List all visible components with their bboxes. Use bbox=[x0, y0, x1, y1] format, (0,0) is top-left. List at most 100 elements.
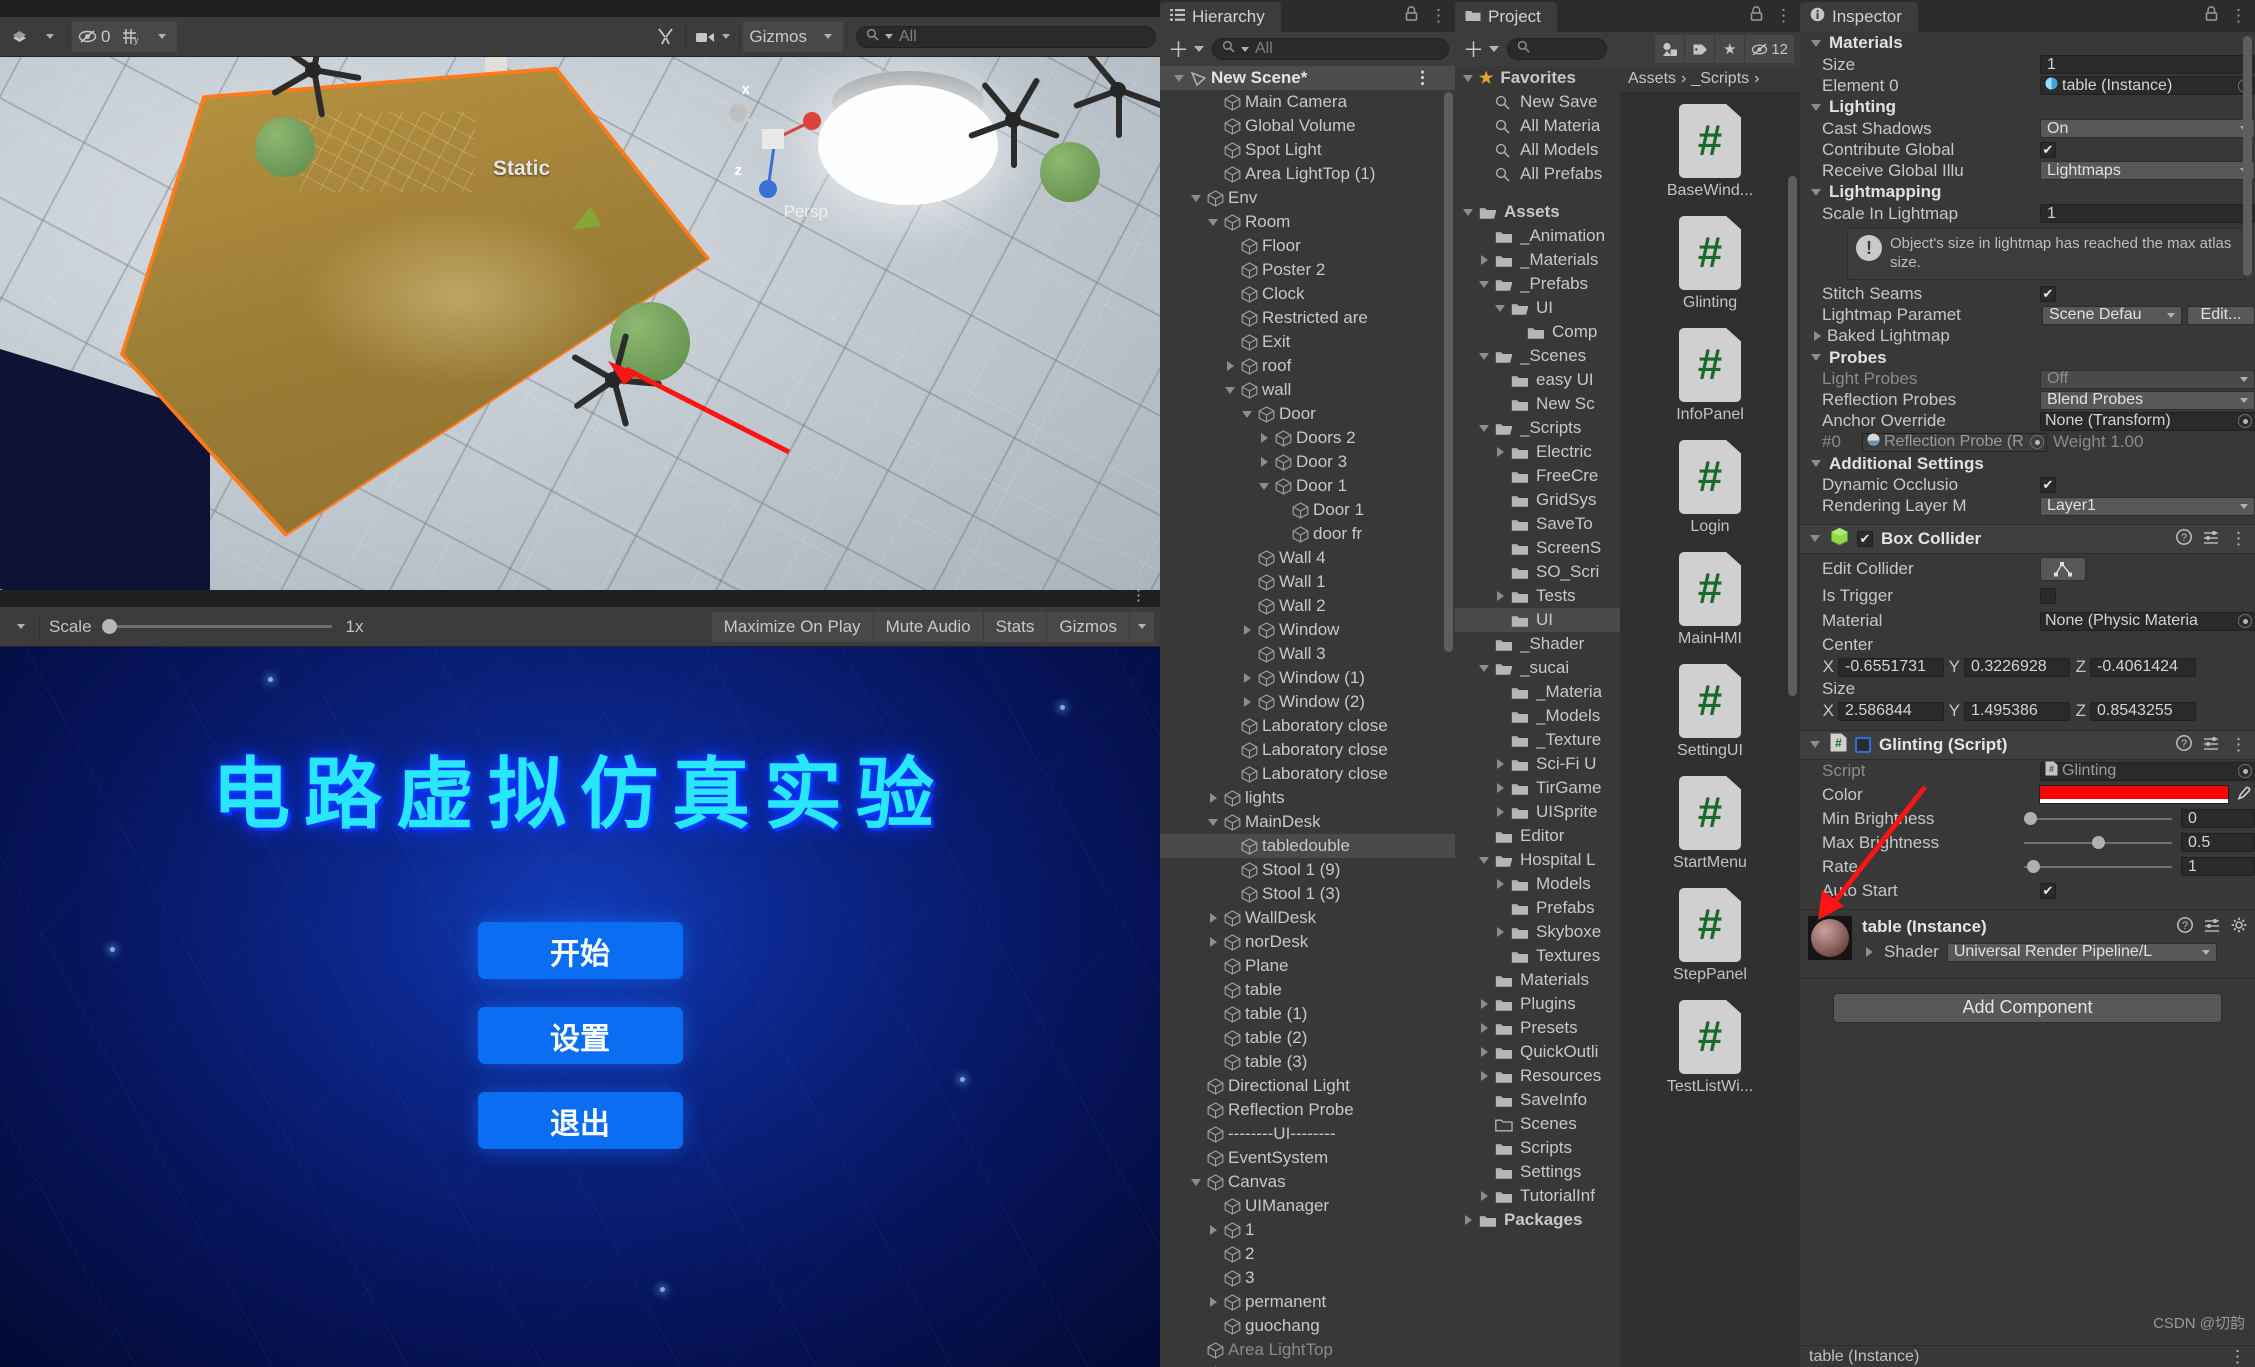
hierarchy-item-door-1[interactable]: Door 1 bbox=[1160, 474, 1455, 498]
hierarchy-item-walldesk[interactable]: WallDesk bbox=[1160, 906, 1455, 930]
hierarchy-item-window-2[interactable]: Window (2) bbox=[1160, 690, 1455, 714]
project-tree-item-settings[interactable]: Settings bbox=[1455, 1160, 1620, 1184]
breadcrumb-segment-assets[interactable]: Assets bbox=[1628, 70, 1676, 88]
project-tree-item-assets[interactable]: Assets bbox=[1455, 200, 1620, 224]
hierarchy-item-floor[interactable]: Floor bbox=[1160, 234, 1455, 258]
asset-grid[interactable]: # BaseWind... # Glinting # InfoPanel # Login # Ma… bbox=[1620, 92, 1800, 1367]
hierarchy-add-button[interactable]: ＋ bbox=[1166, 34, 1206, 64]
script-picker-icon[interactable] bbox=[2238, 764, 2252, 778]
hierarchy-item-reflection-probe[interactable]: Reflection Probe bbox=[1160, 1098, 1455, 1122]
hierarchy-item-1[interactable]: 1 bbox=[1160, 1218, 1455, 1242]
script-object-field[interactable]: # Glinting bbox=[2040, 761, 2255, 781]
hierarchy-item-uimanager[interactable]: UIManager bbox=[1160, 1194, 1455, 1218]
lock-icon[interactable] bbox=[1750, 6, 1763, 26]
size-z-input[interactable]: 0.8543255 bbox=[2090, 701, 2196, 721]
hierarchy-item-ui[interactable]: --------UI-------- bbox=[1160, 1122, 1455, 1146]
section-materials[interactable]: Materials bbox=[1800, 32, 2255, 54]
lock-icon[interactable] bbox=[2205, 6, 2218, 26]
scene-search-input[interactable]: All bbox=[856, 25, 1156, 48]
section-probes[interactable]: Probes bbox=[1800, 347, 2255, 369]
project-tree-item-all-prefabs[interactable]: All Prefabs bbox=[1455, 162, 1620, 186]
contribute-global-checkbox[interactable]: ✔ bbox=[2040, 141, 2056, 158]
auto-start-checkbox[interactable]: ✔ bbox=[2040, 882, 2056, 899]
hierarchy-item-poster-2[interactable]: Poster 2 bbox=[1160, 258, 1455, 282]
hierarchy-item-laboratory-close[interactable]: Laboratory close bbox=[1160, 762, 1455, 786]
project-tree-item-scenes[interactable]: Scenes bbox=[1455, 1112, 1620, 1136]
component-header-box-collider[interactable]: ✔ Box Collider ? ⋮ bbox=[1800, 523, 2255, 554]
asset-item-startmenu[interactable]: # StartMenu bbox=[1620, 776, 1800, 872]
game-gizmos-button[interactable]: Gizmos bbox=[1046, 611, 1129, 642]
tab-project[interactable]: Project bbox=[1455, 2, 1557, 32]
hierarchy-item-directional-light[interactable]: Directional Light bbox=[1160, 1074, 1455, 1098]
hierarchy-item-permanent[interactable]: permanent bbox=[1160, 1290, 1455, 1314]
help-icon[interactable]: ? bbox=[2176, 528, 2192, 549]
shader-dropdown[interactable]: Universal Render Pipeline/L bbox=[1946, 942, 2217, 962]
pivot-toggle-button[interactable] bbox=[4, 22, 35, 52]
hierarchy-item-wall-4[interactable]: Wall 4 bbox=[1160, 546, 1455, 570]
edit-collider-button[interactable] bbox=[2040, 556, 2086, 581]
scene-orientation-gizmo[interactable] bbox=[720, 77, 830, 217]
lock-icon[interactable] bbox=[1405, 6, 1418, 26]
asset-item-basewind[interactable]: # BaseWind... bbox=[1620, 104, 1800, 200]
hierarchy-item-window-1[interactable]: Window (1) bbox=[1160, 666, 1455, 690]
receive-global-dropdown[interactable]: Lightmaps bbox=[2040, 161, 2255, 180]
asset-item-glinting[interactable]: # Glinting bbox=[1620, 216, 1800, 312]
tab-inspector[interactable]: Inspector bbox=[1800, 2, 1918, 32]
color-swatch[interactable] bbox=[2039, 785, 2229, 804]
project-tree-item-textures[interactable]: Textures bbox=[1455, 944, 1620, 968]
project-tree-item-gridsys[interactable]: GridSys bbox=[1455, 488, 1620, 512]
hierarchy-item-spot-light[interactable]: Spot Light bbox=[1160, 138, 1455, 162]
asset-item-steppanel[interactable]: # StepPanel bbox=[1620, 888, 1800, 984]
collider-material-picker-icon[interactable] bbox=[2238, 614, 2252, 628]
tab-hierarchy[interactable]: Hierarchy bbox=[1160, 2, 1281, 32]
stitch-seams-checkbox[interactable]: ✔ bbox=[2040, 286, 2056, 302]
project-add-button[interactable]: ＋ bbox=[1461, 34, 1501, 64]
project-tree-item-scripts[interactable]: Scripts bbox=[1455, 1136, 1620, 1160]
cast-shadows-dropdown[interactable]: On bbox=[2040, 119, 2255, 138]
scene-visibility-toggle[interactable]: 0 bbox=[72, 21, 117, 52]
collider-material-object-field[interactable]: None (Physic Materia bbox=[2040, 611, 2255, 631]
project-tree-item-all-materia[interactable]: All Materia bbox=[1455, 114, 1620, 138]
reflection-probes-dropdown[interactable]: Blend Probes bbox=[2040, 390, 2255, 410]
rendering-layer-dropdown[interactable]: Layer1 bbox=[2040, 496, 2255, 516]
project-tree-item-editor[interactable]: Editor bbox=[1455, 824, 1620, 848]
project-tree-item-so-scri[interactable]: SO_Scri bbox=[1455, 560, 1620, 584]
favorites-star-icon[interactable]: ★ bbox=[1714, 35, 1745, 63]
project-search-input[interactable] bbox=[1507, 38, 1607, 60]
mute-audio-button[interactable]: Mute Audio bbox=[872, 611, 983, 642]
scene-projection-label[interactable]: Persp bbox=[784, 202, 828, 222]
rate-slider[interactable] bbox=[2024, 860, 2172, 874]
preset-icon[interactable] bbox=[2204, 917, 2220, 937]
start-button[interactable]: 开始 bbox=[477, 922, 683, 979]
hierarchy-item-stool-1-3[interactable]: Stool 1 (3) bbox=[1160, 882, 1455, 906]
project-tree-item-tirgame[interactable]: TirGame bbox=[1455, 776, 1620, 800]
hierarchy-item-guochang[interactable]: guochang bbox=[1160, 1314, 1455, 1338]
project-tree-item-saveto[interactable]: SaveTo bbox=[1455, 512, 1620, 536]
game-viewport[interactable]: 电路虚拟仿真实验 开始 设置 退出 bbox=[0, 647, 1160, 1367]
rate-input[interactable]: 1 bbox=[2181, 857, 2255, 876]
hierarchy-item-clock[interactable]: Clock bbox=[1160, 282, 1455, 306]
hierarchy-item-window[interactable]: Window bbox=[1160, 618, 1455, 642]
project-tree-item-materials[interactable]: Materials bbox=[1455, 968, 1620, 992]
project-tree-item-materials[interactable]: _Materials bbox=[1455, 248, 1620, 272]
glinting-enabled-checkbox[interactable] bbox=[1855, 736, 1871, 753]
project-tree-item-resources[interactable]: Resources bbox=[1455, 1064, 1620, 1088]
preset-icon[interactable] bbox=[2203, 529, 2219, 549]
hierarchy-item-roof[interactable]: roof bbox=[1160, 354, 1455, 378]
project-tree-item-shader[interactable]: _Shader bbox=[1455, 632, 1620, 656]
gear-icon[interactable] bbox=[2231, 917, 2247, 937]
scene-gizmos-dropdown[interactable] bbox=[813, 21, 843, 52]
hierarchy-item-door-fr[interactable]: door fr bbox=[1160, 522, 1455, 546]
section-lighting[interactable]: Lighting bbox=[1800, 96, 2255, 118]
project-tree-item-prefabs[interactable]: _Prefabs bbox=[1455, 272, 1620, 296]
project-tree-item-favorites[interactable]: ★ Favorites bbox=[1455, 66, 1620, 90]
scene-gizmos-button[interactable]: Gizmos bbox=[743, 21, 813, 52]
hierarchy-item-env[interactable]: Env bbox=[1160, 186, 1455, 210]
game-options-kebab[interactable]: ⋮ bbox=[1131, 588, 1146, 603]
project-tree-item-packages[interactable]: Packages bbox=[1455, 1208, 1620, 1232]
project-tree-item-presets[interactable]: Presets bbox=[1455, 1016, 1620, 1040]
anchor-override-object-field[interactable]: None (Transform) bbox=[2040, 411, 2255, 431]
project-tree-item-models[interactable]: _Models bbox=[1455, 704, 1620, 728]
hierarchy-item-doors-2[interactable]: Doors 2 bbox=[1160, 426, 1455, 450]
settings-button[interactable]: 设置 bbox=[477, 1007, 683, 1064]
